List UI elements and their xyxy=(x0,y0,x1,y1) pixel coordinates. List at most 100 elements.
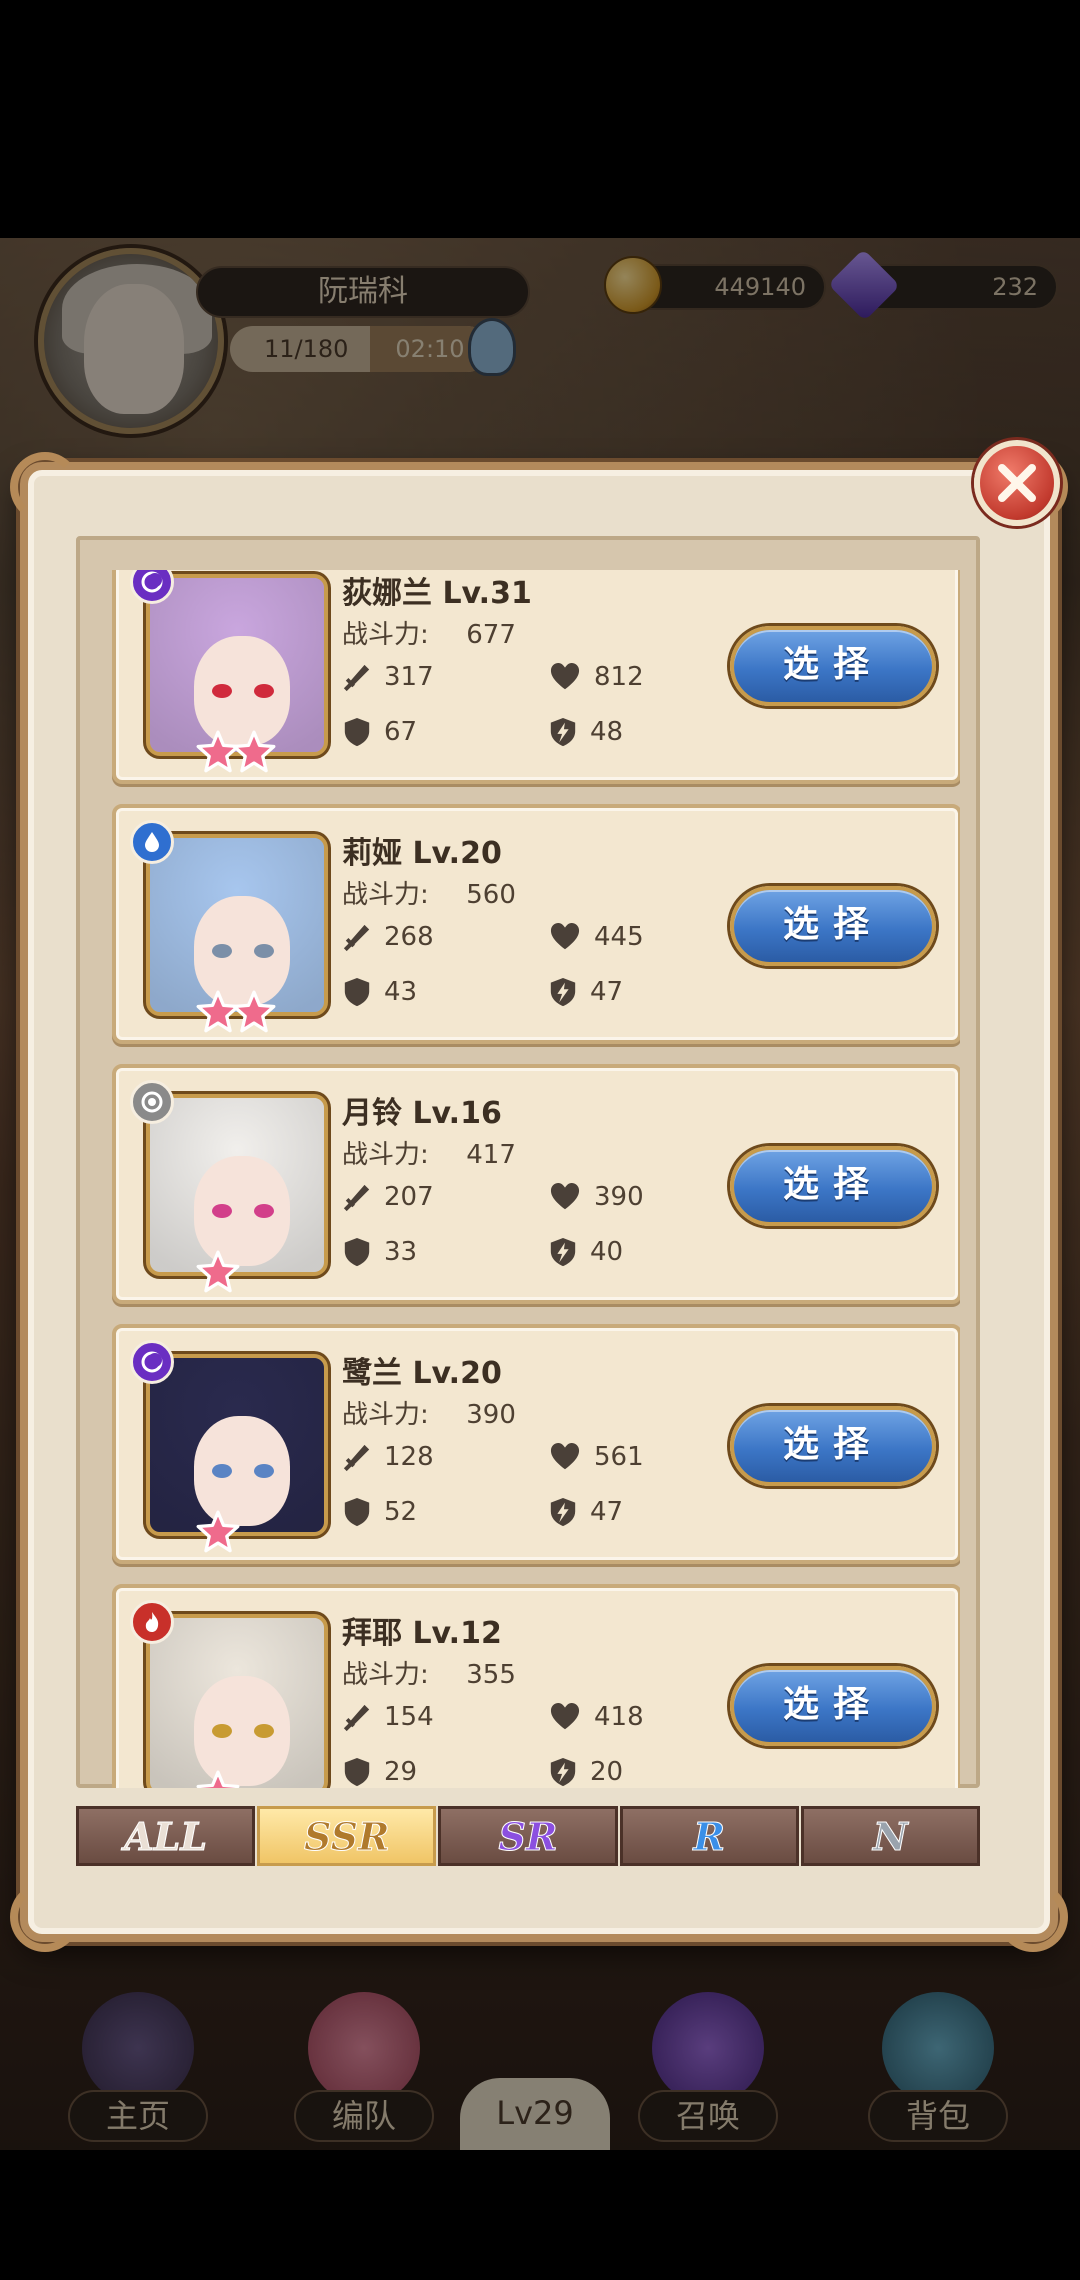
attack-value: 154 xyxy=(384,1702,434,1732)
attack-stat: 207 xyxy=(342,1182,434,1212)
select-hero-button[interactable]: 选择 xyxy=(730,886,936,966)
hero-eye xyxy=(254,1724,274,1738)
attack-stat: 128 xyxy=(342,1442,434,1472)
select-hero-button[interactable]: 选择 xyxy=(730,1406,936,1486)
heart-icon xyxy=(548,1702,582,1732)
hero-name: 拜耶 Lv.12 xyxy=(342,1616,502,1651)
defense-value: 43 xyxy=(384,977,418,1007)
lightning-shield-icon xyxy=(548,1496,578,1528)
rarity-stars xyxy=(196,1770,232,1788)
rarity-filter-tabs: ALL SSR SR R N xyxy=(76,1806,981,1866)
combat-power-label: 战斗力: xyxy=(342,1400,429,1430)
panel-corner-ornament xyxy=(10,452,80,522)
filter-tab-r[interactable]: R xyxy=(619,1806,799,1866)
filter-tab-sr[interactable]: SR xyxy=(438,1806,618,1866)
heart-icon xyxy=(548,922,582,952)
combat-power-value: 417 xyxy=(466,1140,516,1170)
element-dark-icon xyxy=(130,1340,174,1384)
sword-icon xyxy=(342,922,372,952)
combat-power-value: 390 xyxy=(466,1400,516,1430)
combat-power: 战斗力: 390 xyxy=(342,1394,516,1431)
rarity-stars xyxy=(196,990,268,1038)
defense-value: 67 xyxy=(384,717,418,747)
hero-eye xyxy=(212,1204,232,1218)
attack-stat: 268 xyxy=(342,922,434,952)
hero-portrait[interactable] xyxy=(146,574,328,756)
hero-portrait[interactable] xyxy=(146,1094,328,1276)
hero-portrait[interactable] xyxy=(146,834,328,1016)
select-hero-button[interactable]: 选择 xyxy=(730,1666,936,1746)
defense-stat: 43 xyxy=(342,976,417,1008)
hero-eye xyxy=(254,1204,274,1218)
rarity-stars xyxy=(196,1510,232,1558)
panel-corner-ornament xyxy=(998,1882,1068,1952)
element-fire-icon xyxy=(130,1600,174,1644)
filter-tab-all[interactable]: ALL xyxy=(76,1806,256,1866)
hero-card[interactable]: 莉娅 Lv.20 战斗力: 560 268 445 43 47 选择 xyxy=(112,804,960,1044)
attack-stat: 317 xyxy=(342,662,434,692)
filter-tab-n[interactable]: N xyxy=(800,1806,981,1866)
shield-icon xyxy=(342,1496,372,1528)
hero-card[interactable]: 月铃 Lv.16 战斗力: 417 207 390 33 40 选择 xyxy=(112,1064,960,1304)
hero-card[interactable]: 拜耶 Lv.12 战斗力: 355 154 418 29 20 选择 xyxy=(112,1584,960,1788)
speed-value: 47 xyxy=(590,1497,624,1527)
hero-eye xyxy=(254,1464,274,1478)
hero-list[interactable]: 荻娜兰 Lv.31 战斗力: 677 317 812 67 48 选择 莉娅 L… xyxy=(104,570,960,1788)
element-light-icon xyxy=(130,1080,174,1124)
lightning-shield-icon xyxy=(548,1756,578,1788)
rarity-star-icon xyxy=(196,1250,240,1294)
sword-icon xyxy=(342,1182,372,1212)
attack-stat: 154 xyxy=(342,1702,434,1732)
hero-eye xyxy=(254,684,274,698)
hp-value: 812 xyxy=(594,662,644,692)
hp-stat: 418 xyxy=(548,1702,644,1732)
defense-stat: 67 xyxy=(342,716,417,748)
hero-portrait[interactable] xyxy=(146,1614,328,1788)
sword-icon xyxy=(342,1702,372,1732)
defense-value: 29 xyxy=(384,1757,418,1787)
defense-value: 52 xyxy=(384,1497,418,1527)
hero-eye xyxy=(212,1724,232,1738)
rarity-star-icon xyxy=(196,1510,240,1554)
heart-icon xyxy=(548,1182,582,1212)
rarity-star-icon xyxy=(232,990,276,1034)
heart-icon xyxy=(548,1442,582,1472)
speed-stat: 47 xyxy=(548,976,623,1008)
hp-stat: 561 xyxy=(548,1442,644,1472)
hp-stat: 812 xyxy=(548,662,644,692)
combat-power-label: 战斗力: xyxy=(342,620,429,650)
hp-stat: 445 xyxy=(548,922,644,952)
hero-card[interactable]: 荻娜兰 Lv.31 战斗力: 677 317 812 67 48 选择 xyxy=(112,570,960,784)
rarity-star-icon xyxy=(232,730,276,774)
shield-icon xyxy=(342,976,372,1008)
shield-icon xyxy=(342,1756,372,1788)
defense-stat: 29 xyxy=(342,1756,417,1788)
defense-value: 33 xyxy=(384,1237,418,1267)
shield-icon xyxy=(342,1236,372,1268)
combat-power: 战斗力: 417 xyxy=(342,1134,516,1171)
close-button[interactable] xyxy=(974,440,1060,526)
hp-stat: 390 xyxy=(548,1182,644,1212)
combat-power-label: 战斗力: xyxy=(342,880,429,910)
attack-value: 207 xyxy=(384,1182,434,1212)
hero-eye xyxy=(254,944,274,958)
filter-tab-ssr[interactable]: SSR xyxy=(257,1806,437,1866)
hero-name: 月铃 Lv.16 xyxy=(342,1096,502,1131)
speed-stat: 48 xyxy=(548,716,623,748)
select-hero-button[interactable]: 选择 xyxy=(730,1146,936,1226)
hero-name: 鹭兰 Lv.20 xyxy=(342,1356,502,1391)
lightning-shield-icon xyxy=(548,976,578,1008)
hero-card[interactable]: 鹭兰 Lv.20 战斗力: 390 128 561 52 47 选择 xyxy=(112,1324,960,1564)
shield-icon xyxy=(342,716,372,748)
hero-eye xyxy=(212,684,232,698)
hero-name: 莉娅 Lv.20 xyxy=(342,836,502,871)
element-water-icon xyxy=(130,820,174,864)
speed-value: 40 xyxy=(590,1237,624,1267)
hero-name: 荻娜兰 Lv.31 xyxy=(342,576,532,611)
hero-portrait[interactable] xyxy=(146,1354,328,1536)
combat-power: 战斗力: 560 xyxy=(342,874,516,911)
select-hero-button[interactable]: 选择 xyxy=(730,626,936,706)
hp-value: 445 xyxy=(594,922,644,952)
hp-value: 390 xyxy=(594,1182,644,1212)
speed-value: 20 xyxy=(590,1757,624,1787)
